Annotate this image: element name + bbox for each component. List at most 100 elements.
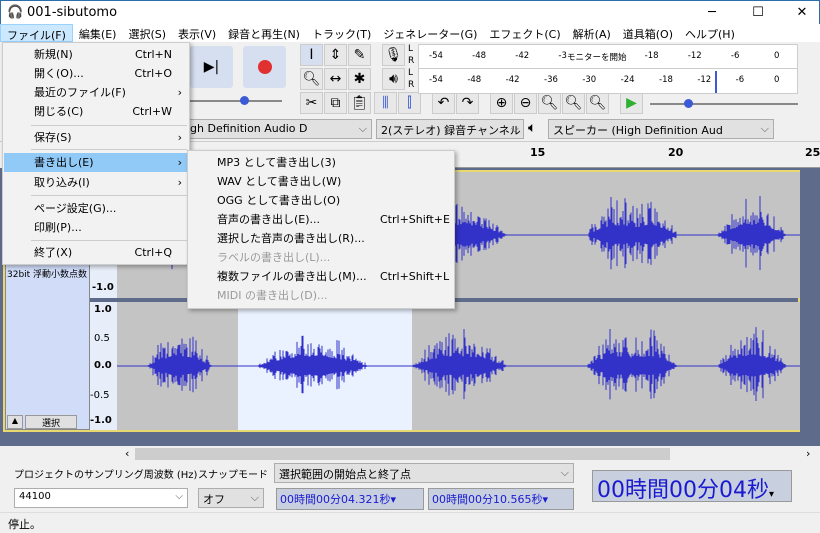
menu-select[interactable]: 選択(S): [122, 24, 172, 42]
menu-item-open[interactable]: 開く(O)... Ctrl+O: [4, 64, 188, 83]
track-format: 32bit 浮動小数点数: [7, 270, 88, 280]
redo-icon[interactable]: ↷: [456, 92, 479, 114]
ruler-label: 15: [530, 146, 546, 159]
draw-tool-icon[interactable]: ✎: [348, 44, 371, 66]
menu-file[interactable]: ファイル(F): [0, 24, 73, 42]
menu-item-export-midi: MIDI の書き出し(D)...: [217, 289, 328, 302]
title-bar: 🎧 001-sibutomo ─ ☐ ✕: [0, 0, 820, 24]
menu-item-export-selected[interactable]: 選択した音声の書き出し(R)...: [188, 229, 454, 248]
playback-device-select[interactable]: スピーカー (High Definition Aud ⌵: [548, 119, 774, 139]
meter-l-label: L: [408, 68, 414, 78]
copy-icon[interactable]: ⧉: [324, 92, 347, 114]
menu-item-page-setup[interactable]: ページ設定(G)...: [4, 199, 188, 218]
selection-tool-icon[interactable]: I: [300, 44, 323, 66]
monitor-label[interactable]: モニターを開始: [567, 51, 627, 63]
channels-select[interactable]: 2(ステレオ) 録音チャンネル ⌵: [376, 119, 524, 139]
record-meter[interactable]: -54-48-42-3-24-18-12-60モニターを開始: [418, 44, 798, 70]
waveform-right-channel[interactable]: [117, 302, 800, 430]
snap-select[interactable]: オフ ⌵: [198, 488, 264, 508]
menu-tools[interactable]: 道具箱(O): [617, 24, 679, 42]
menu-help[interactable]: ヘルプ(H): [679, 24, 741, 42]
scroll-right-icon[interactable]: ›: [806, 447, 810, 460]
envelope-tool-icon[interactable]: ⇕: [324, 44, 347, 66]
menu-item-export-ogg[interactable]: OGG として書き出し(O): [188, 191, 454, 210]
menu-view[interactable]: 表示(V): [172, 24, 222, 42]
meter-tick: -3: [558, 51, 567, 61]
meter-tick: -42: [515, 51, 530, 61]
record-icon: [257, 60, 272, 74]
multi-tool-icon[interactable]: ✱: [348, 68, 371, 90]
collapse-icon[interactable]: ▲: [7, 415, 23, 429]
zoom-in-icon[interactable]: ⊕: [490, 92, 513, 114]
selection-mode-select[interactable]: 選択範囲の開始点と終了点 ⌵: [274, 463, 574, 483]
menu-item-recent[interactable]: 最近のファイル(F) ›: [4, 83, 188, 102]
scroll-left-icon[interactable]: ‹: [125, 447, 129, 460]
play-at-speed-icon[interactable]: ▶: [620, 92, 643, 114]
meter-r-label: R: [408, 56, 415, 66]
menu-item-export-wav[interactable]: WAV として書き出し(W): [188, 172, 454, 191]
menu-item-export-mp3[interactable]: MP3 として書き出し(3): [188, 153, 454, 172]
meter-tick: -18: [659, 75, 673, 85]
meter-tick: -48: [467, 75, 482, 85]
menu-item-save[interactable]: 保存(S) ›: [4, 128, 188, 147]
paste-icon[interactable]: 📋︎: [348, 92, 371, 114]
scrollbar-thumb[interactable]: [135, 448, 670, 460]
microphone-icon[interactable]: 🎙︎: [382, 44, 405, 66]
ruler-label: 25: [805, 146, 820, 159]
menu-item-export[interactable]: 書き出し(E) ›: [4, 153, 188, 172]
audio-position-time[interactable]: 00時間00分04秒▾: [592, 470, 792, 503]
menu-item-exit[interactable]: 終了(X) Ctrl+Q: [4, 243, 188, 262]
volume-slider-thumb[interactable]: [240, 96, 249, 105]
play-speed-thumb[interactable]: [684, 99, 693, 108]
speaker-icon: 🔈︎: [528, 120, 537, 136]
zoom-tool-icon[interactable]: 🔍︎: [300, 68, 323, 90]
meter-tick: -18: [644, 51, 659, 61]
menu-analyze[interactable]: 解析(A): [567, 24, 617, 42]
meter-tick: -42: [505, 75, 520, 85]
minimize-button[interactable]: ─: [689, 1, 735, 25]
menu-tracks[interactable]: トラック(T): [306, 24, 377, 42]
trim-icon[interactable]: ⫼: [374, 92, 397, 114]
menu-effect[interactable]: エフェクト(C): [483, 24, 566, 42]
menu-item-export-multiple[interactable]: 複数ファイルの書き出し(M)... Ctrl+Shift+L: [188, 267, 454, 286]
close-button[interactable]: ✕: [779, 1, 820, 25]
meter-tick: -6: [730, 51, 740, 61]
volume-slider[interactable]: [190, 100, 282, 102]
vertical-scale-right[interactable]: 1.0 0.5 0.0 -0.5 -1.0: [90, 302, 117, 430]
menu-item-new[interactable]: 新規(N) Ctrl+N: [4, 45, 188, 64]
menu-generate[interactable]: ジェネレーター(G): [377, 24, 483, 42]
menu-item-export-labels: ラベルの書き出し(L)...: [217, 251, 331, 264]
menu-transport[interactable]: 録音と再生(N): [222, 24, 306, 42]
meter-r-label: R: [408, 80, 415, 90]
menu-edit[interactable]: 編集(E): [73, 24, 123, 42]
selection-end-time[interactable]: 00時間00分10.565秒▾: [428, 488, 574, 510]
meter-tick: -36: [544, 75, 558, 85]
meter-tick: -12: [687, 51, 702, 61]
maximize-button[interactable]: ☐: [735, 1, 781, 25]
undo-icon[interactable]: ↶: [432, 92, 455, 114]
menu-item-print[interactable]: 印刷(P)...: [4, 218, 188, 237]
menu-item-export-audio[interactable]: 音声の書き出し(E)... Ctrl+Shift+E: [188, 210, 454, 229]
timeshift-tool-icon[interactable]: ↔: [324, 68, 347, 90]
status-bar: 停止。: [0, 512, 820, 533]
selection-start-time[interactable]: 00時間00分04.321秒▾: [276, 488, 424, 510]
select-button[interactable]: 選択: [25, 415, 77, 429]
recording-device-select[interactable]: igh Definition Audio D ⌵: [182, 119, 372, 139]
play-speed-slider[interactable]: [650, 103, 798, 105]
meter-tick: 0: [774, 75, 780, 85]
export-submenu: MP3 として書き出し(3) WAV として書き出し(W) OGG として書き出…: [187, 150, 455, 309]
speaker-icon[interactable]: 🔊︎: [382, 68, 405, 90]
horizontal-scrollbar[interactable]: ‹ ›: [0, 446, 820, 462]
fit-project-icon[interactable]: 🔍︎: [562, 92, 585, 114]
menu-item-close[interactable]: 閉じる(C) Ctrl+W: [4, 102, 188, 121]
skip-end-button[interactable]: ▶|: [190, 46, 233, 88]
meter-tick: 0: [774, 51, 780, 61]
record-button[interactable]: [243, 46, 286, 88]
zoom-toggle-icon[interactable]: 🔍︎: [586, 92, 609, 114]
fit-selection-icon[interactable]: 🔍︎: [538, 92, 561, 114]
silence-icon[interactable]: ⫿: [398, 92, 421, 114]
cut-icon[interactable]: ✂: [300, 92, 323, 114]
menu-item-import[interactable]: 取り込み(I) ›: [4, 173, 188, 192]
rate-select[interactable]: 44100 ⌵: [14, 488, 188, 508]
zoom-out-icon[interactable]: ⊖: [514, 92, 537, 114]
